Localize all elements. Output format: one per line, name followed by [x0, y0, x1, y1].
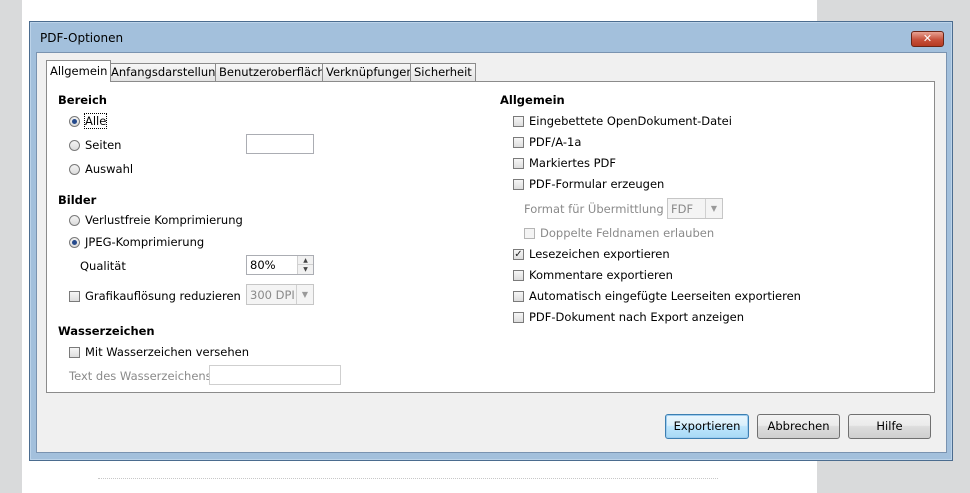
checkbox-indicator — [513, 290, 524, 302]
dpi-select[interactable]: 300 DPI ▼ — [246, 284, 314, 305]
checkbox-indicator — [513, 178, 524, 190]
checkbox-indicator — [513, 115, 524, 127]
lesezeichen-label: Lesezeichen exportieren — [529, 247, 670, 261]
allgemein-heading: Allgemein — [500, 93, 565, 107]
dialog-title: PDF-Optionen — [40, 31, 124, 45]
kommentare-label: Kommentare exportieren — [529, 268, 673, 282]
checkbox-indicator — [513, 311, 524, 323]
tab-panel-allgemein: Bereich Alle Seiten Auswahl Bilder Verlu… — [46, 81, 935, 393]
tab-label: Sicherheit — [414, 65, 472, 79]
radio-seiten[interactable]: Seiten — [69, 137, 121, 153]
tab-verknuepfungen[interactable]: Verknüpfungen — [322, 63, 418, 81]
checkbox-leerseiten[interactable]: Automatisch eingefügte Leerseiten export… — [513, 288, 801, 304]
bilder-heading: Bilder — [58, 193, 97, 207]
formular-label: PDF-Formular erzeugen — [529, 177, 665, 191]
spin-buttons: ▲ ▼ — [297, 256, 313, 274]
tab-label: Anfangsdarstellung — [111, 65, 223, 79]
spin-up-icon[interactable]: ▲ — [298, 256, 313, 265]
doppelte-label: Doppelte Feldnamen erlauben — [540, 226, 715, 240]
radio-indicator — [69, 115, 80, 127]
wasserzeichen-label: Mit Wasserzeichen versehen — [85, 345, 250, 359]
pdfa-label: PDF/A-1a — [529, 135, 582, 149]
qualitaet-label: Qualität — [80, 259, 126, 273]
checkbox-wasserzeichen[interactable]: Mit Wasserzeichen versehen — [69, 344, 249, 360]
anzeigen-label: PDF-Dokument nach Export anzeigen — [529, 310, 744, 324]
tab-label: Verknüpfungen — [326, 65, 414, 79]
seiten-input[interactable] — [246, 134, 314, 154]
format-label: Format für Übermittlung — [524, 202, 664, 216]
checkbox-doppelte[interactable]: Doppelte Feldnamen erlauben — [524, 225, 714, 241]
checkbox-odf[interactable]: Eingebettete OpenDokument-Datei — [513, 113, 732, 129]
wasserzeichen-heading: Wasserzeichen — [58, 324, 155, 338]
tab-benutzeroberflaeche[interactable]: Benutzeroberfläche — [215, 63, 336, 81]
dpi-value: 300 DPI — [250, 288, 295, 302]
tab-anfangsdarstellung[interactable]: Anfangsdarstellung — [107, 63, 227, 81]
dialog-client-area: Allgemein Anfangsdarstellung Benutzerobe… — [36, 52, 947, 453]
tab-sicherheit[interactable]: Sicherheit — [410, 63, 476, 81]
checkbox-markiert[interactable]: Markiertes PDF — [513, 155, 616, 171]
radio-jpeg-label: JPEG-Komprimierung — [85, 235, 205, 249]
pdf-options-dialog: PDF-Optionen ✕ Allgemein Anfangsdarstell… — [29, 21, 953, 461]
chevron-down-icon: ▼ — [296, 285, 313, 304]
markiert-label: Markiertes PDF — [529, 156, 616, 170]
checkbox-lesezeichen[interactable]: ✓ Lesezeichen exportieren — [513, 246, 670, 262]
odf-label: Eingebettete OpenDokument-Datei — [529, 114, 732, 128]
page-margin-guide — [98, 478, 718, 479]
checkbox-indicator — [524, 227, 535, 239]
close-button[interactable]: ✕ — [911, 31, 944, 47]
chevron-down-icon: ▼ — [705, 199, 722, 218]
tab-allgemein[interactable]: Allgemein — [46, 60, 112, 82]
close-icon: ✕ — [922, 32, 933, 45]
radio-auswahl-label: Auswahl — [85, 162, 134, 176]
grafikaufloesung-label: Grafikauflösung reduzieren — [85, 289, 241, 303]
radio-seiten-label: Seiten — [85, 138, 122, 152]
radio-alle-label: Alle — [83, 113, 108, 129]
radio-verlustfrei-label: Verlustfreie Komprimierung — [85, 213, 243, 227]
wasserzeichen-text-input[interactable] — [209, 365, 341, 385]
leerseiten-label: Automatisch eingefügte Leerseiten export… — [529, 289, 801, 303]
radio-verlustfrei[interactable]: Verlustfreie Komprimierung — [69, 212, 243, 228]
radio-auswahl[interactable]: Auswahl — [69, 161, 133, 177]
radio-indicator — [69, 236, 80, 248]
radio-jpeg[interactable]: JPEG-Komprimierung — [69, 234, 204, 250]
checkbox-pdfa[interactable]: PDF/A-1a — [513, 134, 581, 150]
radio-indicator — [69, 163, 80, 175]
checkbox-indicator — [69, 346, 80, 358]
format-select[interactable]: FDF ▼ — [667, 198, 723, 219]
checkbox-kommentare[interactable]: Kommentare exportieren — [513, 267, 673, 283]
radio-indicator — [69, 214, 80, 226]
tab-label: Allgemein — [50, 64, 108, 78]
cancel-button[interactable]: Abbrechen — [757, 414, 840, 439]
checkbox-grafikaufloesung[interactable]: Grafikauflösung reduzieren — [69, 288, 241, 304]
qualitaet-spinner[interactable]: 80% ▲ ▼ — [246, 255, 314, 275]
title-bar: PDF-Optionen ✕ — [30, 22, 952, 51]
radio-indicator — [69, 139, 80, 151]
checkbox-indicator — [513, 136, 524, 148]
export-button[interactable]: Exportieren — [665, 414, 749, 439]
qualitaet-value: 80% — [250, 258, 276, 272]
radio-alle[interactable]: Alle — [69, 113, 108, 129]
spin-down-icon[interactable]: ▼ — [298, 265, 313, 274]
bereich-heading: Bereich — [58, 93, 107, 107]
checkbox-checked-icon: ✓ — [513, 248, 524, 260]
format-value: FDF — [671, 202, 694, 216]
help-button[interactable]: Hilfe — [848, 414, 931, 439]
checkbox-anzeigen[interactable]: PDF-Dokument nach Export anzeigen — [513, 309, 744, 325]
tab-label: Benutzeroberfläche — [219, 65, 332, 79]
checkbox-formular[interactable]: PDF-Formular erzeugen — [513, 176, 664, 192]
checkbox-indicator — [513, 269, 524, 281]
checkbox-indicator — [513, 157, 524, 169]
wasserzeichen-text-label: Text des Wasserzeichens — [69, 369, 212, 383]
checkbox-indicator — [69, 290, 80, 302]
